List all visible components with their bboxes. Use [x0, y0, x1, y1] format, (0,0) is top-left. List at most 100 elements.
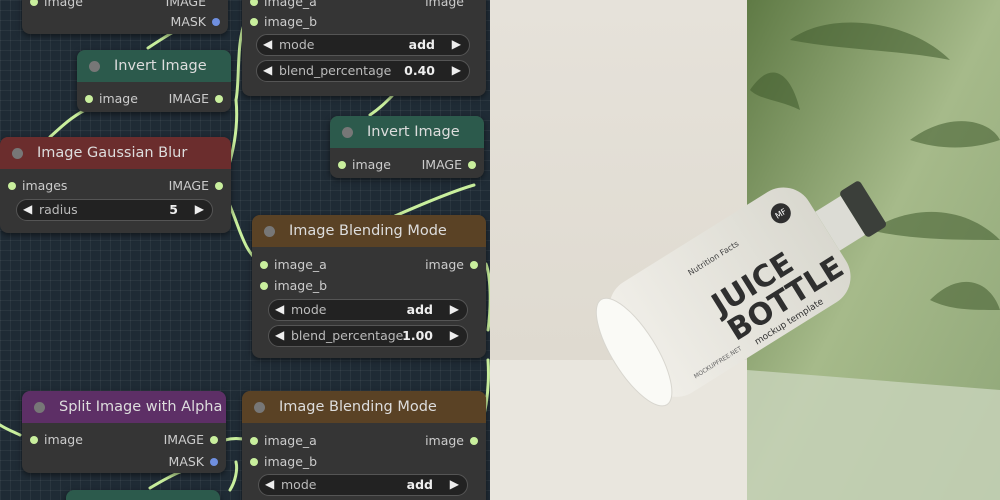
- collapse-dot-icon[interactable]: [89, 60, 100, 72]
- arrow-left-icon[interactable]: ◀: [263, 63, 272, 77]
- output-label: IMAGE: [163, 432, 204, 447]
- collapse-dot-icon[interactable]: [254, 401, 265, 413]
- input-slot[interactable]: [260, 282, 268, 290]
- node-top-partial[interactable]: image IMAGE MASK: [22, 0, 228, 34]
- node-title-bar[interactable]: Image Gaussian Blur: [0, 137, 231, 169]
- collapse-dot-icon[interactable]: [342, 126, 353, 138]
- widget-value: add: [406, 302, 433, 317]
- blend-percentage-slider[interactable]: ◀ blend_percentage 1.00 ▶: [268, 325, 468, 347]
- output-slot[interactable]: [468, 161, 476, 169]
- output-slot[interactable]: [215, 95, 223, 103]
- input-slot[interactable]: [250, 0, 258, 6]
- node-row: image_b: [242, 452, 486, 472]
- node-row: MASK: [22, 12, 228, 32]
- node-blend-top[interactable]: image_a image image_b ◀ mode add ▶ ◀ ble…: [242, 0, 486, 96]
- widget-label: blend_percentage: [291, 328, 404, 343]
- node-row: MASK: [22, 452, 226, 472]
- input-slot[interactable]: [85, 95, 93, 103]
- wire: [368, 94, 394, 117]
- wire: [0, 423, 22, 437]
- node-title: Invert Image: [114, 58, 207, 74]
- collapse-dot-icon[interactable]: [264, 225, 275, 237]
- node-invert-image-2[interactable]: Invert Image image IMAGE: [330, 116, 484, 178]
- input-label: image: [44, 432, 83, 447]
- arrow-right-icon[interactable]: ▶: [452, 37, 461, 51]
- input-label: image_b: [274, 278, 328, 293]
- arrow-right-icon[interactable]: ▶: [452, 63, 461, 77]
- input-slot[interactable]: [30, 436, 38, 444]
- widget-value: add: [406, 477, 433, 492]
- node-title-bar[interactable]: Image Blending Mode: [242, 391, 486, 423]
- arrow-left-icon[interactable]: ◀: [263, 37, 272, 51]
- output-slot[interactable]: [212, 18, 220, 26]
- node-split-image-alpha[interactable]: Split Image with Alpha image IMAGE MASK: [22, 391, 226, 473]
- output-label: MASK: [168, 454, 204, 469]
- widget-label: blend_percentage: [279, 63, 392, 78]
- widget-label: radius: [39, 202, 78, 217]
- node-title-bar[interactable]: Split Image with Alpha: [22, 391, 226, 423]
- input-slot[interactable]: [338, 161, 346, 169]
- input-label: image_a: [264, 433, 317, 448]
- output-label: IMAGE: [165, 0, 206, 9]
- node-row: image_b: [242, 12, 486, 32]
- input-label: image_b: [264, 454, 318, 469]
- input-slot[interactable]: [260, 261, 268, 269]
- input-slot[interactable]: [8, 182, 16, 190]
- input-label: image_b: [264, 14, 318, 29]
- node-title: Invert Image: [367, 124, 460, 140]
- input-slot[interactable]: [250, 437, 258, 445]
- node-blend-mid[interactable]: Image Blending Mode image_a image image_…: [252, 215, 486, 358]
- widget-label: mode: [291, 302, 327, 317]
- arrow-right-icon[interactable]: ▶: [450, 302, 459, 316]
- node-row: image IMAGE: [77, 89, 231, 109]
- output-label: image: [425, 257, 464, 272]
- input-label: images: [22, 178, 68, 193]
- output-label: IMAGE: [421, 157, 462, 172]
- node-title: Image Blending Mode: [289, 223, 447, 239]
- pedestal: [747, 370, 1000, 500]
- collapse-dot-icon[interactable]: [12, 147, 23, 159]
- node-title: Split Image with Alpha: [59, 399, 223, 415]
- arrow-right-icon[interactable]: ▶: [450, 477, 459, 491]
- mode-combo[interactable]: ◀ mode add ▶: [268, 299, 468, 321]
- output-slot[interactable]: [210, 458, 218, 466]
- node-row: image IMAGE: [22, 430, 226, 450]
- output-slot[interactable]: [470, 261, 478, 269]
- input-slot[interactable]: [250, 458, 258, 466]
- node-blend-bottom[interactable]: Image Blending Mode image_a image image_…: [242, 391, 486, 500]
- arrow-right-icon[interactable]: ▶: [450, 328, 459, 342]
- collapse-dot-icon[interactable]: [34, 401, 45, 413]
- widget-label: mode: [281, 477, 317, 492]
- output-slot[interactable]: [215, 182, 223, 190]
- node-title-bar[interactable]: Image Blending Mode: [252, 215, 486, 247]
- node-bottom-partial[interactable]: [66, 490, 220, 500]
- input-slot[interactable]: [250, 18, 258, 26]
- node-gaussian-blur[interactable]: Image Gaussian Blur images IMAGE ◀ radiu…: [0, 137, 231, 233]
- arrow-left-icon[interactable]: ◀: [275, 302, 284, 316]
- node-row: images IMAGE: [0, 176, 231, 196]
- node-title-bar[interactable]: Invert Image: [330, 116, 484, 148]
- arrow-right-icon[interactable]: ▶: [195, 202, 204, 216]
- output-label: IMAGE: [168, 178, 209, 193]
- radius-slider[interactable]: ◀ radius 5 ▶: [16, 199, 213, 221]
- mode-combo[interactable]: ◀ mode add ▶: [256, 34, 470, 56]
- input-slot[interactable]: [30, 0, 38, 6]
- wire: [48, 108, 87, 139]
- arrow-left-icon[interactable]: ◀: [23, 202, 32, 216]
- input-label: image: [352, 157, 391, 172]
- widget-value: 0.40: [404, 63, 435, 78]
- input-label: image_a: [264, 0, 317, 9]
- node-invert-image-1[interactable]: Invert Image image IMAGE: [77, 50, 231, 112]
- output-slot[interactable]: [210, 436, 218, 444]
- node-row: image_b: [252, 276, 486, 296]
- node-title-bar[interactable]: Invert Image: [77, 50, 231, 82]
- blend-percentage-slider[interactable]: ◀ blend_percentage 0.40 ▶: [256, 60, 470, 82]
- node-graph-canvas[interactable]: image IMAGE MASK image_a image image_b ◀…: [0, 0, 490, 500]
- widget-value: add: [408, 37, 435, 52]
- wire: [393, 183, 476, 218]
- arrow-left-icon[interactable]: ◀: [275, 328, 284, 342]
- output-slot[interactable]: [470, 437, 478, 445]
- arrow-left-icon[interactable]: ◀: [265, 477, 274, 491]
- widget-value: 1.00: [402, 328, 433, 343]
- mode-combo[interactable]: ◀ mode add ▶: [258, 474, 468, 496]
